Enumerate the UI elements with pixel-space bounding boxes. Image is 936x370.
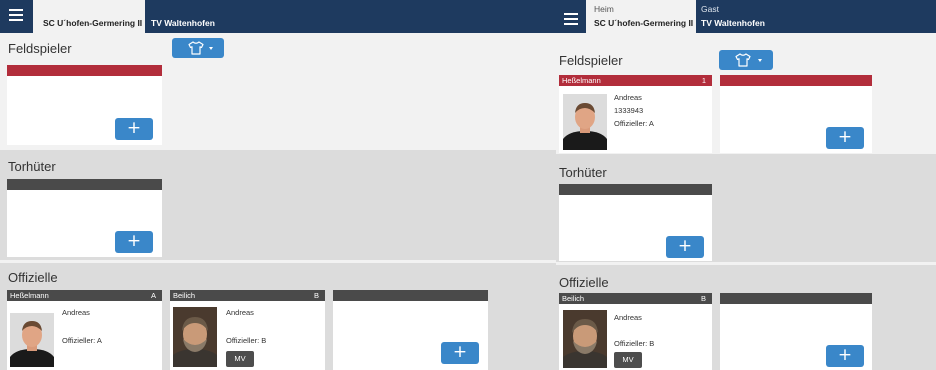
caret-down-icon (209, 47, 213, 50)
official-role: Offizieller: B (226, 336, 267, 345)
official-first-name: Andreas (62, 308, 90, 317)
official-role: Offizieller: A (62, 336, 102, 345)
official-photo (173, 307, 217, 367)
hamburger-menu-icon[interactable] (564, 13, 578, 28)
official-card[interactable]: Beilich B Andreas Offizieller: B MV (170, 290, 325, 370)
plus-icon: + (126, 231, 142, 251)
section-title-torhueter: Torhüter (559, 165, 607, 180)
tab-guest-team[interactable]: TV Waltenhofen (145, 0, 265, 33)
jersey-dropdown-button[interactable] (172, 38, 224, 58)
mv-badge-button[interactable]: MV (226, 351, 254, 367)
jersey-dropdown-button[interactable] (719, 50, 773, 70)
empty-player-header (7, 65, 162, 76)
official-first-name: Andreas (614, 313, 642, 322)
empty-official-header (720, 293, 872, 304)
official-role: Offizieller: B (614, 339, 655, 348)
official-photo (563, 310, 607, 368)
player-card[interactable]: Heßelmann 1 Andreas 1333943 Offizieller:… (559, 75, 712, 153)
guest-team-name: TV Waltenhofen (151, 18, 215, 28)
official-card[interactable]: Heßelmann A Andreas Offizieller: A (7, 290, 162, 370)
add-official-button[interactable]: + (441, 342, 479, 364)
jersey-icon (735, 53, 751, 67)
official-surname: Beilich (173, 291, 196, 300)
tab-home-team[interactable]: SC U´hofen-Germering II (33, 0, 145, 33)
player-photo (563, 94, 607, 150)
section-title-torhueter: Torhüter (8, 159, 56, 174)
right-screenshot-panel: Heim SC U´hofen-Germering II Gast TV Wal… (556, 0, 936, 370)
player-surname: Heßelmann (562, 76, 601, 85)
home-label: Heim (594, 4, 614, 14)
official-surname: Beilich (562, 294, 585, 303)
official-header: Beilich B (170, 290, 325, 301)
official-code: A (150, 291, 156, 300)
add-official-button[interactable]: + (826, 345, 864, 367)
empty-goalkeeper-header (559, 184, 712, 195)
guest-label: Gast (701, 4, 719, 14)
empty-goalkeeper-header (7, 179, 162, 190)
tab-guest-team[interactable]: Gast TV Waltenhofen (696, 0, 816, 33)
add-player-button[interactable]: + (826, 127, 864, 149)
official-surname: Heßelmann (10, 291, 49, 300)
section-title-feldspieler: Feldspieler (8, 41, 72, 56)
official-header: Heßelmann A (7, 290, 162, 301)
empty-official-header (333, 290, 488, 301)
official-first-name: Andreas (226, 308, 254, 317)
hamburger-menu-icon[interactable] (9, 9, 23, 24)
player-number: 1 (701, 76, 706, 85)
plus-icon: + (677, 236, 693, 256)
plus-icon: + (837, 127, 853, 147)
empty-goalkeeper-slot: + (559, 184, 712, 261)
plus-icon: + (837, 345, 853, 365)
player-license-number: 1333943 (614, 106, 644, 115)
player-first-name: Andreas (614, 93, 642, 102)
home-team-name: SC U´hofen-Germering II (594, 18, 694, 28)
empty-player-header (720, 75, 872, 86)
empty-player-slot: + (7, 65, 162, 145)
player-role: Offizieller: A (614, 119, 654, 128)
add-player-button[interactable]: + (115, 118, 153, 140)
official-header: Beilich B (559, 293, 712, 304)
left-screenshot-panel: SC U´hofen-Germering II TV Waltenhofen F… (0, 0, 556, 370)
mv-badge-button[interactable]: MV (614, 352, 642, 368)
team-tab-bar: Heim SC U´hofen-Germering II Gast TV Wal… (556, 0, 936, 33)
section-title-feldspieler: Feldspieler (559, 53, 623, 68)
section-title-offizielle: Offizielle (8, 270, 58, 285)
plus-icon: + (452, 342, 468, 362)
tab-home-team[interactable]: Heim SC U´hofen-Germering II (586, 0, 696, 33)
add-goalkeeper-button[interactable]: + (666, 236, 704, 258)
add-goalkeeper-button[interactable]: + (115, 231, 153, 253)
empty-official-slot: + (333, 290, 488, 370)
team-tab-bar: SC U´hofen-Germering II TV Waltenhofen (0, 0, 556, 33)
player-header: Heßelmann 1 (559, 75, 712, 86)
empty-goalkeeper-slot: + (7, 179, 162, 257)
section-title-offizielle: Offizielle (559, 275, 609, 290)
empty-player-slot: + (720, 75, 872, 153)
jersey-icon (188, 41, 204, 55)
official-code: B (700, 294, 706, 303)
plus-icon: + (126, 118, 142, 138)
home-team-name: SC U´hofen-Germering II (43, 18, 143, 28)
official-code: B (313, 291, 319, 300)
caret-down-icon (758, 59, 762, 62)
official-photo (10, 313, 54, 367)
official-card[interactable]: Beilich B Andreas Offizieller: B MV (559, 293, 712, 370)
guest-team-name: TV Waltenhofen (701, 18, 765, 28)
empty-official-slot: + (720, 293, 872, 370)
